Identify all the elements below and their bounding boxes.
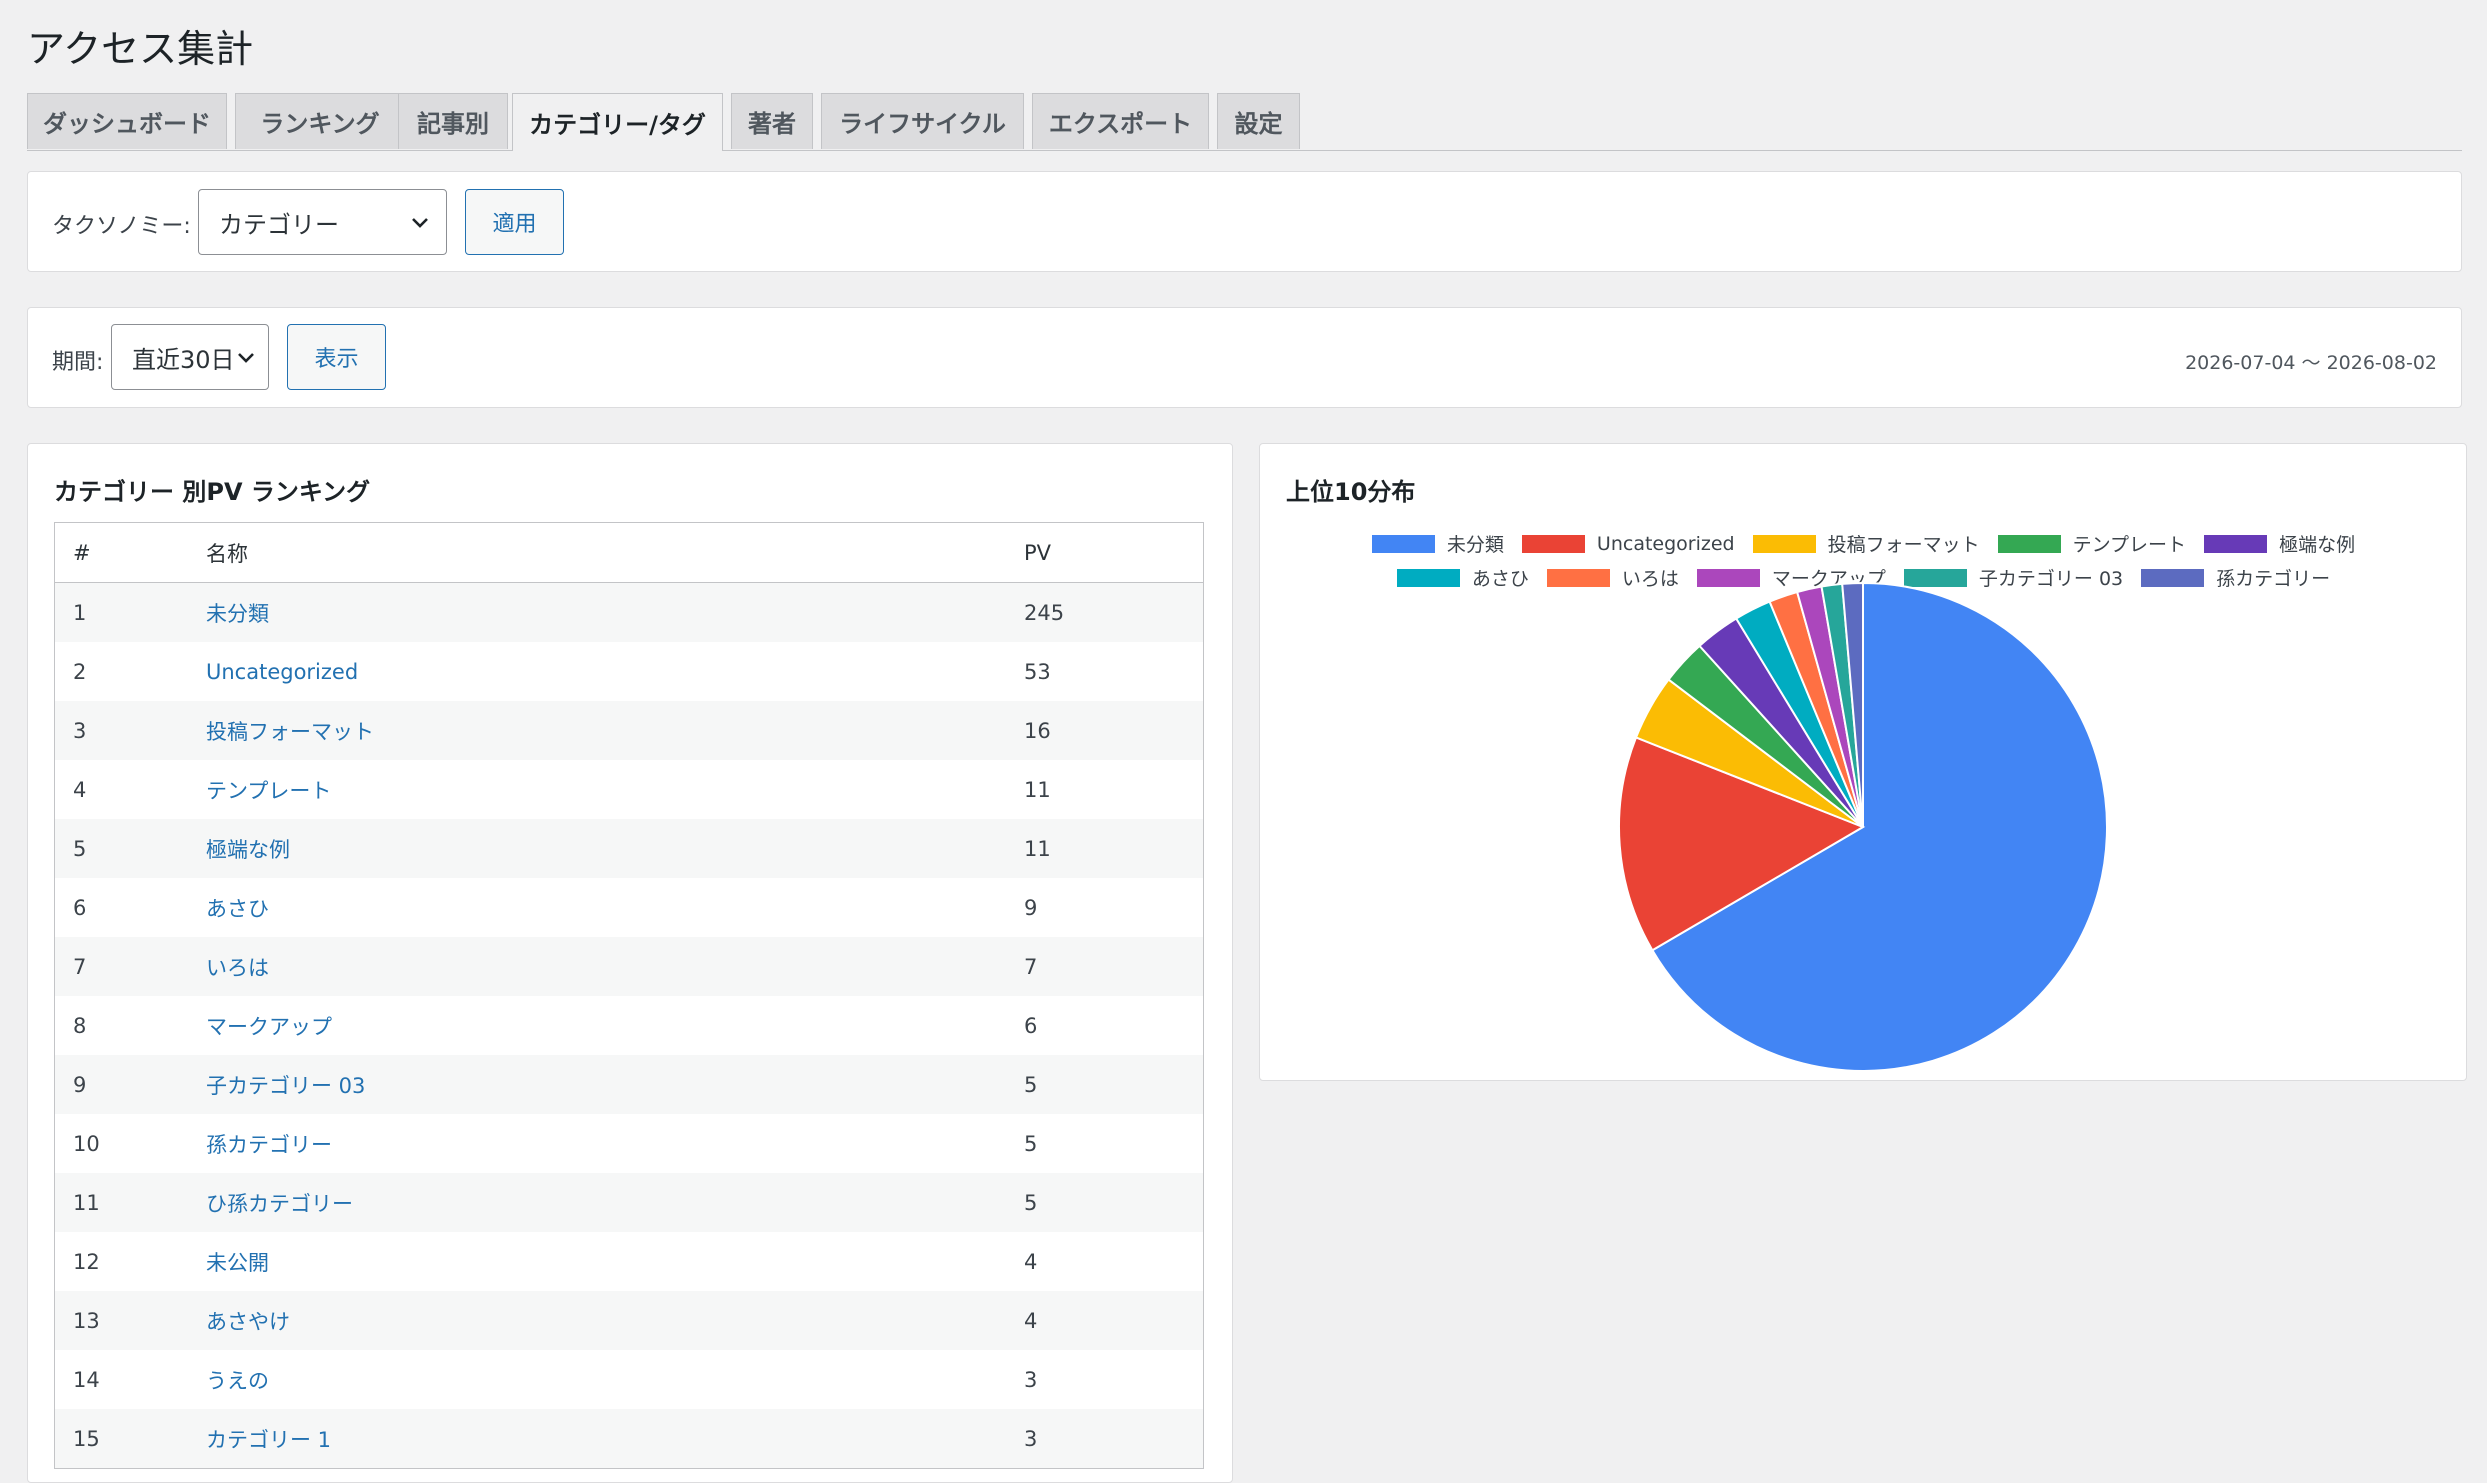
taxonomy-select[interactable]: カテゴリー xyxy=(198,189,447,255)
table-row: 1 未分類 245 xyxy=(54,582,1204,642)
table-row: 10 孫カテゴリー 5 xyxy=(55,1114,1204,1173)
rank-cell: 2 xyxy=(73,659,87,684)
tab-category-tag[interactable]: カテゴリー/タグ xyxy=(512,93,723,151)
ranking-table-body: 1 未分類 245 2 Uncategorized 53 3 投稿フォーマット 16 4 テンプレー… xyxy=(54,582,1204,1469)
table-row: 5 極端な例 11 xyxy=(54,819,1204,878)
pv-cell: 6 xyxy=(1024,1013,1038,1038)
table-row: 9 子カテゴリー 03 5 xyxy=(54,1055,1204,1114)
period-select[interactable]: 直近30日 xyxy=(111,324,269,390)
category-link[interactable]: 未分類 xyxy=(188,582,1006,642)
rank-cell: 11 xyxy=(54,1173,188,1232)
pv-cell: 5 xyxy=(1006,1055,1204,1114)
ranking-title: カテゴリー 別PV ランキング xyxy=(54,478,371,506)
ranking-card: カテゴリー 別PV ランキング # 名称 PV 1 未分類 245 2 Uncatego… xyxy=(27,443,1233,1483)
table-row: 12 未公開 4 xyxy=(55,1232,1204,1291)
category-link[interactable]: あさひ xyxy=(188,878,1006,937)
tab-settings[interactable]: 設定 xyxy=(1217,93,1300,149)
table-row: 4 テンプレート 11 xyxy=(55,760,1204,819)
category-link[interactable]: ひ孫カテゴリー xyxy=(188,1173,1006,1232)
period-select-value: 直近30日 xyxy=(132,345,235,374)
table-row: 14 うえの 3 xyxy=(55,1350,1204,1409)
table-row: 11 ひ孫カテゴリー 5 xyxy=(54,1173,1204,1232)
tab-authors[interactable]: 著者 xyxy=(731,93,813,149)
rank-cell: 6 xyxy=(73,895,87,920)
column-header-name: 名称 xyxy=(188,522,1006,583)
category-link[interactable]: 投稿フォーマット xyxy=(188,701,1006,760)
distribution-card: 上位10分布 未分類 Uncategorized 投稿フォーマット テンプレート 極端な… xyxy=(1259,443,2467,1081)
category-link[interactable]: あさやけ xyxy=(188,1291,1006,1350)
page-title: アクセス集計 xyxy=(27,27,254,71)
table-row: 6 あさひ 9 xyxy=(55,878,1204,937)
rank-cell: 12 xyxy=(73,1249,100,1274)
category-link[interactable]: うえの xyxy=(188,1350,1006,1409)
table-row: 3 投稿フォーマット 16 xyxy=(54,701,1204,760)
category-link[interactable]: 未公開 xyxy=(188,1232,1006,1291)
category-link[interactable]: 極端な例 xyxy=(188,819,1006,878)
pv-cell: 3 xyxy=(1006,1409,1204,1469)
rank-cell: 1 xyxy=(54,582,188,642)
taxonomy-filter-card: タクソノミー: カテゴリー 適用 xyxy=(27,171,2462,272)
pv-cell: 11 xyxy=(1006,819,1204,878)
rank-cell: 5 xyxy=(54,819,188,878)
pv-cell: 245 xyxy=(1006,582,1204,642)
tab-ranking[interactable]: ランキング xyxy=(235,93,405,149)
tab-export[interactable]: エクスポート xyxy=(1032,93,1209,149)
taxonomy-label: タクソノミー: xyxy=(52,214,191,239)
column-header-pv: PV xyxy=(1006,522,1204,583)
rank-cell: 4 xyxy=(73,777,87,802)
table-row: 7 いろは 7 xyxy=(54,937,1204,996)
rank-cell: 9 xyxy=(54,1055,188,1114)
rank-cell: 3 xyxy=(54,701,188,760)
show-button[interactable]: 表示 xyxy=(287,324,386,390)
period-label: 期間: xyxy=(52,350,104,375)
rank-cell: 7 xyxy=(54,937,188,996)
chevron-down-icon xyxy=(238,353,254,363)
table-row: 8 マークアップ 6 xyxy=(55,996,1204,1055)
tab-articles[interactable]: 記事別 xyxy=(398,93,508,149)
category-link[interactable]: マークアップ xyxy=(188,996,1006,1055)
tab-dashboard[interactable]: ダッシュボード xyxy=(27,93,227,149)
rank-cell: 15 xyxy=(54,1409,188,1469)
rank-cell: 14 xyxy=(73,1367,100,1392)
pv-cell: 5 xyxy=(1024,1131,1038,1156)
table-header-row: # 名称 PV xyxy=(54,522,1204,583)
category-link[interactable]: カテゴリー 1 xyxy=(188,1409,1006,1469)
table-row: 15 カテゴリー 13 xyxy=(54,1409,1204,1469)
pv-cell: 3 xyxy=(1024,1367,1038,1392)
column-header-rank: # xyxy=(54,522,188,583)
tab-lifecycle[interactable]: ライフサイクル xyxy=(821,93,1024,149)
category-link[interactable]: いろは xyxy=(188,937,1006,996)
rank-cell: 10 xyxy=(73,1131,100,1156)
pv-cell: 7 xyxy=(1006,937,1204,996)
pie-chart xyxy=(1618,581,2108,1072)
rank-cell: 8 xyxy=(73,1013,87,1038)
rank-cell: 13 xyxy=(54,1291,188,1350)
pv-cell: 4 xyxy=(1024,1249,1038,1274)
pv-cell: 9 xyxy=(1024,895,1038,920)
chevron-down-icon xyxy=(412,218,428,228)
pv-cell: 4 xyxy=(1006,1291,1204,1350)
table-row: 2 Uncategorized 53 xyxy=(55,642,1204,701)
category-link[interactable]: 孫カテゴリー xyxy=(188,1114,1006,1173)
category-link[interactable]: 子カテゴリー 03 xyxy=(188,1055,1006,1114)
pv-cell: 53 xyxy=(1024,659,1051,684)
pv-cell: 5 xyxy=(1006,1173,1204,1232)
category-link[interactable]: Uncategorized xyxy=(188,642,1006,701)
category-link[interactable]: テンプレート xyxy=(188,760,1006,819)
date-range-text: 2026-07-04 〜 2026-08-02 xyxy=(2185,352,2437,374)
pv-cell: 16 xyxy=(1006,701,1204,760)
period-filter-card: 期間: 直近30日 表示 2026-07-04 〜 2026-08-02 xyxy=(27,307,2462,408)
pv-cell: 11 xyxy=(1024,777,1051,802)
taxonomy-select-value: カテゴリー xyxy=(219,210,339,239)
table-row: 13 あさやけ 4 xyxy=(54,1291,1204,1350)
ranking-table: # 名称 PV 1 未分類 245 2 Uncategorized 53 3 投稿フォーマット… xyxy=(54,522,1204,1469)
tab-bar: ダッシュボード ランキング 記事別 カテゴリー/タグ 著者 ライフサイクル エク… xyxy=(27,93,2462,151)
apply-button[interactable]: 適用 xyxy=(465,189,564,255)
